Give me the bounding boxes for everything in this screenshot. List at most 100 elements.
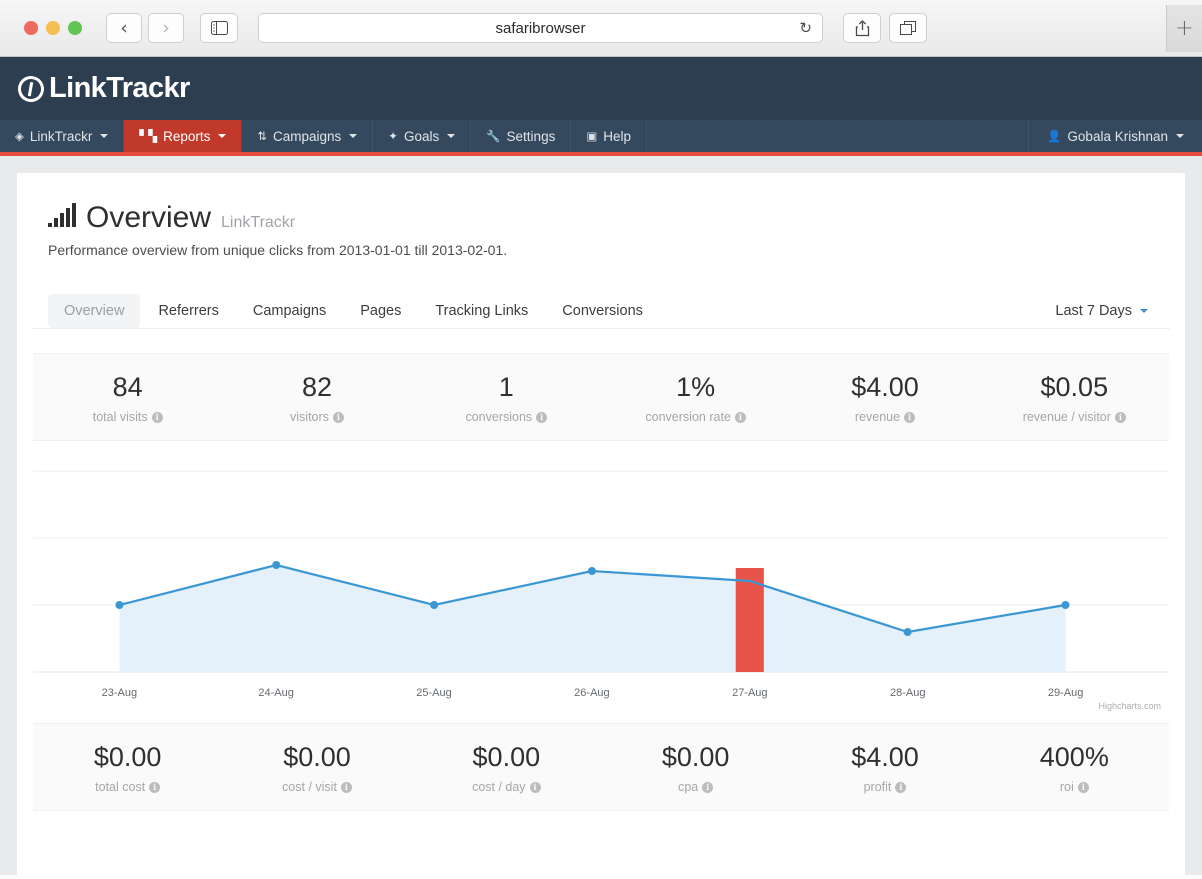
- tab-pages[interactable]: Pages: [344, 294, 417, 328]
- metric-label: cost / day i: [412, 780, 601, 794]
- x-axis-tick: 23-Aug: [101, 687, 138, 700]
- info-icon[interactable]: i: [340, 781, 352, 793]
- chevron-down-icon: [100, 134, 109, 138]
- metric-label: total cost i: [33, 780, 222, 794]
- performance-chart[interactable]: 23-Aug 24-Aug 25-Aug 26-Aug 27-Aug 28-Au…: [33, 441, 1169, 723]
- cube-icon: ◈: [15, 131, 24, 143]
- app-logo[interactable]: LinkTrackr: [14, 71, 190, 106]
- nav-item-goals[interactable]: ✦ Goals: [373, 120, 472, 152]
- nav-item-settings[interactable]: 🔧 Settings: [471, 120, 572, 152]
- reload-icon[interactable]: ↻: [799, 19, 812, 37]
- chart-credit[interactable]: Highcharts.com: [1098, 701, 1161, 711]
- forward-button[interactable]: ›: [148, 13, 184, 43]
- new-tab-button[interactable]: +: [1166, 5, 1202, 52]
- info-icon[interactable]: i: [1077, 781, 1089, 793]
- info-icon[interactable]: i: [895, 781, 907, 793]
- page-description: Performance overview from unique clicks …: [48, 242, 508, 258]
- info-icon[interactable]: i: [529, 781, 541, 793]
- x-axis-tick: 26-Aug: [574, 687, 610, 700]
- close-window-button[interactable]: [24, 21, 38, 35]
- info-icon[interactable]: i: [536, 411, 548, 423]
- metric-label-text: conversion rate: [645, 410, 731, 425]
- minimize-window-button[interactable]: [46, 21, 60, 35]
- nav-item-help[interactable]: ▣ Help: [571, 120, 647, 152]
- user-menu[interactable]: 👤 Gobala Krishnan: [1028, 120, 1202, 152]
- chart-svg: [33, 470, 1169, 673]
- diamond-icon: ✦: [388, 131, 398, 143]
- user-name: Gobala Krishnan: [1067, 128, 1168, 144]
- nav-item-label: Goals: [403, 128, 440, 144]
- tab-conversions[interactable]: Conversions: [546, 294, 659, 328]
- address-bar[interactable]: safaribrowser ↻: [258, 13, 823, 43]
- metric-label: visitors i: [222, 410, 411, 424]
- metric-label-text: total cost: [95, 780, 146, 795]
- share-button[interactable]: [843, 13, 881, 43]
- nav-item-label: Help: [603, 128, 631, 144]
- metrics-bottom: $0.00 total cost i $0.00 cost / visit i …: [33, 723, 1169, 812]
- nav-item-campaigns[interactable]: ⇅ Campaigns: [242, 120, 374, 152]
- tab-campaigns[interactable]: Campaigns: [237, 294, 342, 328]
- metric-label: total visits i: [33, 410, 222, 424]
- show-all-tabs-button[interactable]: [889, 13, 927, 43]
- page-title: Overview LinkTrackr: [48, 201, 1154, 235]
- tab-overview[interactable]: Overview: [48, 294, 141, 328]
- metric-label: cpa i: [601, 780, 790, 794]
- info-icon[interactable]: i: [702, 781, 714, 793]
- nav-item-reports[interactable]: ▘▚ Reports: [124, 120, 243, 152]
- window-traffic-lights: [24, 21, 82, 35]
- chevron-left-icon: ‹: [120, 16, 128, 39]
- metric-value: 1: [498, 372, 514, 402]
- content-panel: Overview LinkTrackr Performance overview…: [17, 173, 1185, 875]
- tab-tracking-links[interactable]: Tracking Links: [419, 294, 544, 328]
- info-icon[interactable]: i: [734, 411, 746, 423]
- chevron-down-icon: [218, 134, 227, 138]
- metric-label-text: cost / day: [472, 780, 526, 795]
- metric-label: conversion rate i: [601, 410, 790, 424]
- metric-cost-per-visit: $0.00 cost / visit i: [222, 742, 411, 794]
- nav-item-linktrackr[interactable]: ◈ LinkTrackr: [0, 120, 125, 152]
- metric-cpa: $0.00 cpa i: [601, 742, 790, 794]
- page-body: Overview LinkTrackr Performance overview…: [0, 156, 1202, 875]
- info-icon[interactable]: i: [151, 411, 163, 423]
- metric-value: $0.00: [283, 742, 351, 773]
- metric-label-text: total visits: [92, 410, 148, 425]
- user-icon: 👤: [1047, 131, 1062, 143]
- metric-value: $0.00: [93, 742, 162, 773]
- navigation-buttons: ‹ ›: [106, 13, 184, 43]
- info-icon[interactable]: i: [904, 411, 916, 423]
- sidebar-icon: [210, 21, 228, 35]
- page-header: Overview LinkTrackr Performance overview…: [32, 173, 1170, 258]
- page-title-text: Overview: [86, 201, 212, 234]
- tab-referrers[interactable]: Referrers: [142, 294, 234, 328]
- metric-label-text: roi: [1059, 780, 1074, 795]
- tab-overview-icon: [899, 20, 916, 35]
- nav-item-label: Campaigns: [273, 128, 342, 144]
- chevron-down-icon: [1140, 309, 1148, 313]
- metric-label-text: cost / visit: [282, 780, 337, 795]
- share-icon: [855, 19, 869, 36]
- back-button[interactable]: ‹: [106, 13, 142, 43]
- metric-conversions: 1 conversions i: [412, 372, 601, 424]
- metric-total-cost: $0.00 total cost i: [33, 742, 222, 794]
- date-range-label: Last 7 Days: [1055, 303, 1132, 319]
- linktrackr-logo-icon: [14, 71, 48, 106]
- sidebar-toggle-button[interactable]: [200, 13, 238, 43]
- metric-profit: $4.00 profit i: [790, 742, 979, 794]
- metric-value: 1%: [676, 372, 716, 402]
- date-range-selector[interactable]: Last 7 Days: [1055, 303, 1154, 319]
- metric-value: $4.00: [851, 742, 919, 773]
- bar-chart-icon: ▘▚: [139, 131, 158, 143]
- maximize-window-button[interactable]: [68, 21, 82, 35]
- browser-toolbar: ‹ › safaribrowser ↻ +: [0, 0, 1202, 57]
- metric-label: revenue i: [790, 410, 979, 424]
- report-tabs-row: Overview Referrers Campaigns Pages Track…: [32, 294, 1170, 329]
- metric-value: $4.00: [851, 372, 919, 402]
- metric-value: $0.00: [661, 742, 730, 773]
- nav-items: ◈ LinkTrackr ▘▚ Reports ⇅ Campaigns ✦ Go…: [0, 120, 647, 152]
- metric-label: revenue / visitor i: [980, 410, 1169, 424]
- metrics-top: 84 total visits i 82 visitors i 1 conver…: [33, 353, 1169, 442]
- info-icon[interactable]: i: [1114, 411, 1126, 423]
- info-icon[interactable]: i: [149, 781, 161, 793]
- metric-label-text: profit: [863, 780, 892, 795]
- info-icon[interactable]: i: [332, 411, 344, 423]
